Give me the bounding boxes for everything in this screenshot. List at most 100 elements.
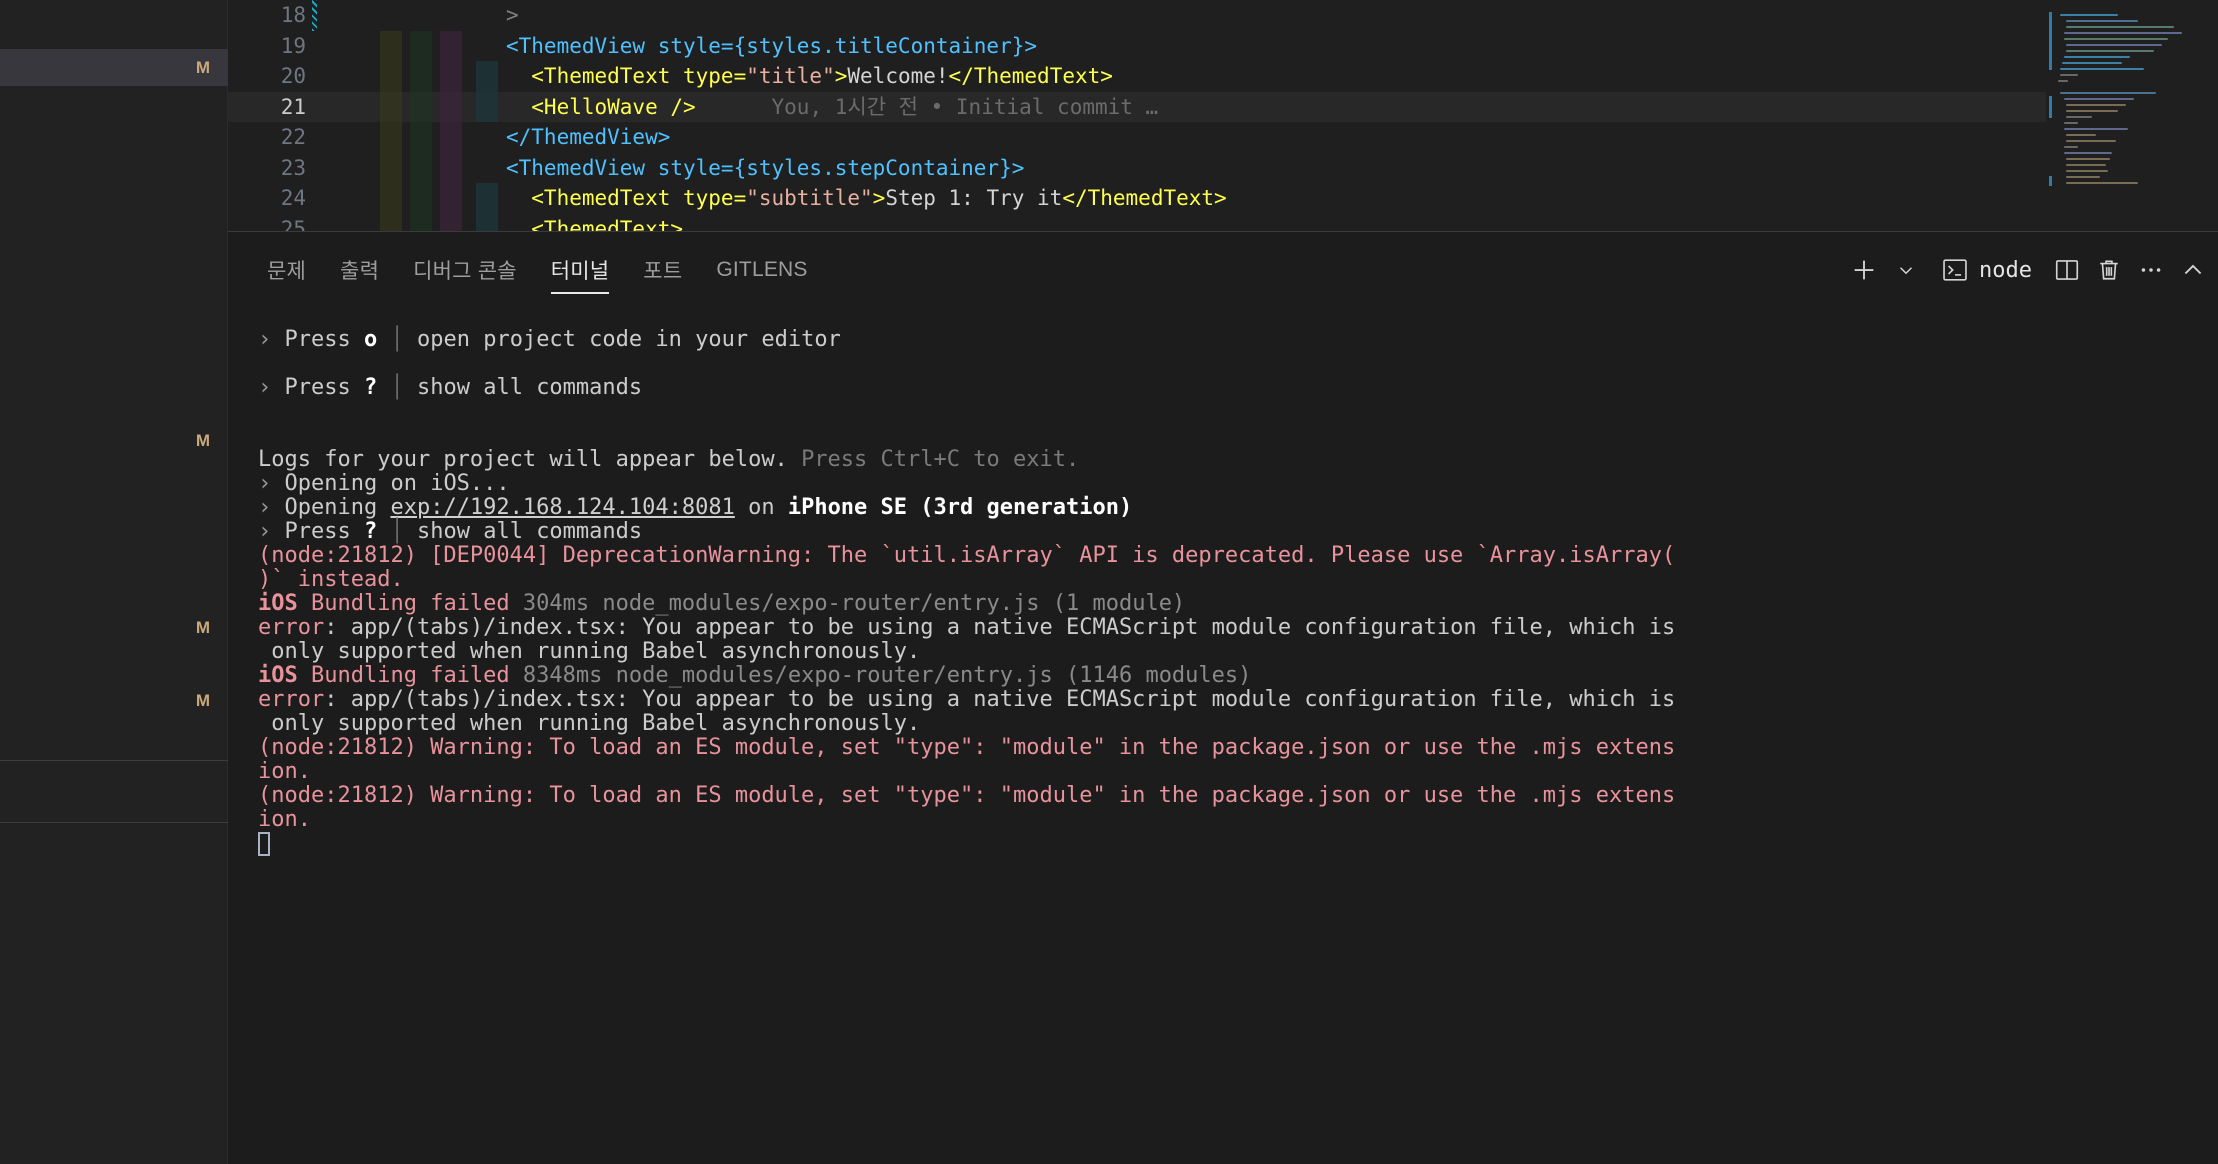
line-number: 22 (280, 125, 306, 149)
indent-guide (476, 213, 498, 232)
minimap-line (2066, 134, 2096, 136)
terminal-text: › (258, 327, 285, 352)
terminal-icon (1941, 256, 1969, 284)
code-text: > (506, 0, 519, 31)
code-token: <ThemedText> (506, 216, 684, 233)
indent-guide (410, 183, 432, 214)
line-number: 23 (280, 155, 306, 180)
explorer-file-row[interactable]: M (0, 422, 228, 459)
terminal-line: › Opening exp://192.168.124.104:8081 on … (258, 496, 1132, 520)
terminal-output[interactable]: › Press o │ open project code in your ed… (228, 308, 2218, 1164)
explorer-file-row[interactable]: M (0, 49, 228, 86)
editor-minimap[interactable] (2046, 0, 2218, 232)
indent-guide (410, 91, 432, 122)
indent-guide (440, 91, 462, 122)
minimap-line (2064, 146, 2078, 148)
terminal-text: Bundling failed (297, 591, 523, 616)
minimap-line (2064, 152, 2112, 154)
panel-tab-label: 터미널 (550, 260, 610, 283)
terminal-text: on (734, 495, 788, 520)
minimap-line (2066, 164, 2106, 166)
minimap-line (2060, 68, 2144, 70)
minimap-line (2060, 14, 2118, 16)
terminal-text[interactable]: exp://192.168.124.104:8081 (390, 495, 734, 520)
explorer-file-row[interactable]: M (0, 682, 228, 719)
line-number: 25 (280, 216, 306, 233)
code-line[interactable]: 24 <ThemedText type="subtitle">Step 1: T… (228, 183, 2218, 214)
terminal-text: › (258, 375, 285, 400)
maximize-panel-button[interactable] (2172, 246, 2214, 294)
panel-tab-4[interactable]: 포트 (626, 232, 699, 308)
code-line[interactable]: 20 <ThemedText type="title">Welcome!</Th… (228, 61, 2218, 92)
terminal-line: ion. (258, 760, 311, 784)
minimap-change-bar (2049, 96, 2052, 118)
code-token: Welcome! (847, 64, 949, 88)
new-terminal-dropdown-button[interactable] (1885, 246, 1927, 294)
panel-tab-5[interactable]: GITLENS (699, 232, 824, 308)
code-editor[interactable]: 18 >19 <ThemedView style={styles.titleCont… (228, 0, 2218, 232)
line-number: 20 (280, 64, 306, 88)
terminal-text: show all commands (416, 519, 643, 544)
terminal-text: show all commands (416, 375, 643, 400)
bottom-panel: 문제 출력 디버그 콘솔 터미널 포트 GITLENS node › Press… (228, 232, 2218, 1164)
minimap-line (2066, 182, 2138, 184)
modified-badge: M (195, 57, 210, 77)
indent-guide (410, 122, 432, 153)
terminal-line: Logs for your project will appear below.… (258, 448, 1079, 472)
split-terminal-button[interactable] (2046, 246, 2088, 294)
terminal-text: › (258, 471, 285, 496)
code-line[interactable]: 23 <ThemedView style={styles.stepContaine… (228, 152, 2218, 183)
code-token: </ThemedText> (1062, 186, 1227, 210)
minimap-line (2066, 170, 2108, 172)
code-token: <ThemedText type= (506, 186, 747, 210)
indent-guide (440, 183, 462, 214)
terminal-text: │ (377, 327, 417, 352)
panel-tab-2[interactable]: 디버그 콘솔 (396, 232, 534, 308)
terminal-text: Press (284, 375, 364, 400)
terminal-text: Press (284, 327, 364, 352)
indent-guide (380, 152, 402, 183)
indent-guide (476, 183, 498, 214)
code-text: <ThemedView style={styles.titleContainer… (506, 31, 1037, 62)
modified-badge: M (195, 430, 210, 450)
minimap-line (2066, 20, 2138, 22)
terminal-text: iOS (258, 591, 298, 616)
panel-tab-label: 포트 (643, 260, 683, 283)
minimap-line (2066, 158, 2110, 160)
terminal-line: (node:21812) Warning: To load an ES modu… (258, 784, 1675, 808)
code-line[interactable]: 25 <ThemedText> (228, 213, 2218, 233)
terminal-text: │ (377, 519, 417, 544)
code-line[interactable]: 18 > (228, 0, 2218, 31)
panel-tab-3[interactable]: 터미널 (534, 232, 627, 308)
explorer-file-row[interactable]: M (0, 609, 228, 646)
new-terminal-button[interactable] (1843, 246, 1885, 294)
terminal-text: : app/(tabs)/index.tsx: You appear to be… (324, 687, 1676, 712)
active-terminal-entry[interactable]: node (1927, 246, 2046, 294)
terminal-line: › Press o │ open project code in your ed… (258, 328, 841, 352)
terminal-text: (node:21812) Warning: To load an ES modu… (258, 783, 1676, 808)
indent-guide (440, 152, 462, 183)
code-line[interactable]: 19 <ThemedView style={styles.titleContain… (228, 30, 2218, 62)
panel-tab-0[interactable]: 문제 (250, 232, 323, 308)
minimap-line (2066, 176, 2100, 178)
terminal-text: )` instead. (258, 567, 404, 592)
terminal-line: iOS Bundling failed 8348ms node_modules/… (258, 664, 1251, 688)
terminal-line: › Press ? │ show all commands (258, 520, 642, 544)
panel-header: 문제 출력 디버그 콘솔 터미널 포트 GITLENS node (228, 232, 2218, 308)
code-token: <HelloWave /> (506, 94, 696, 119)
terminal-text: Opening (284, 495, 391, 520)
more-actions-button[interactable] (2130, 246, 2172, 294)
terminal-text: open project code in your editor (416, 327, 841, 352)
terminal-line: ion. (258, 808, 311, 832)
terminal-text: › (258, 519, 285, 544)
terminal-text: Logs for your project will appear below. (258, 447, 802, 472)
minimap-line (2066, 50, 2154, 52)
code-line[interactable]: 22 </ThemedView> (228, 122, 2218, 153)
indent-guide (440, 61, 462, 92)
panel-tab-1[interactable]: 출력 (323, 232, 396, 308)
indent-guide (380, 91, 402, 122)
terminal-text: error (258, 687, 325, 712)
terminal-text: 304ms node_modules/expo-router/entry.js … (522, 591, 1186, 616)
kill-terminal-button[interactable] (2088, 246, 2130, 294)
code-line[interactable]: 21 <HelloWave /> You, 1시간 전 • Initial co… (228, 91, 2218, 122)
